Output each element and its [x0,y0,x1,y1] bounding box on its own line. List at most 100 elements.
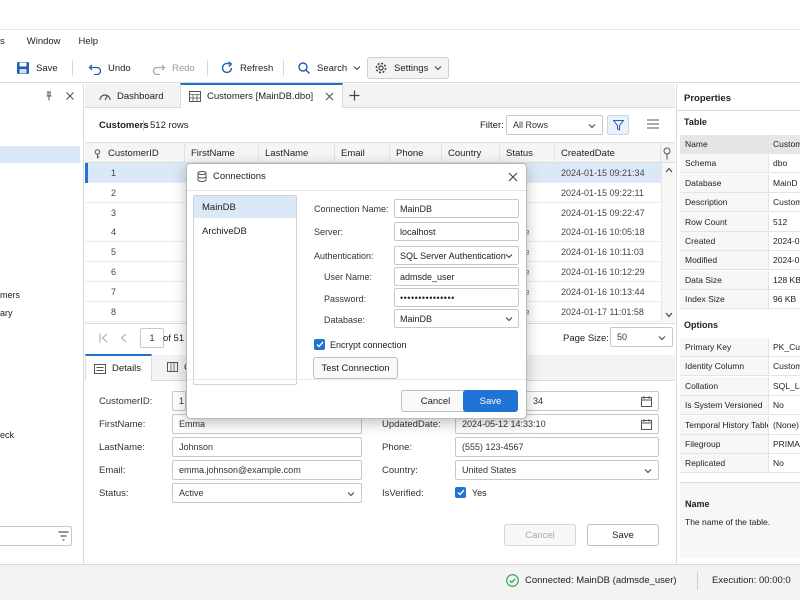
property-row[interactable]: CollationSQL_La [680,376,800,396]
connection-name-input[interactable]: MainDB [394,199,519,218]
property-value[interactable]: 512 [769,213,800,231]
column-header-status[interactable]: Status [500,143,555,164]
menu-item-tools[interactable]: s [0,36,5,47]
property-value[interactable]: Custom [769,135,800,153]
close-icon[interactable] [325,92,334,101]
cell-createddate[interactable]: 2024-01-16 10:13:44 [555,282,645,302]
dialog-cancel-button[interactable]: Cancel [401,390,470,412]
server-input[interactable]: localhost [394,222,519,241]
menu-item-window[interactable]: Window [27,36,61,47]
cell-customerid[interactable]: 6 [105,262,116,282]
createddate-field[interactable]: 34 [527,391,659,411]
database-select[interactable]: MainDB [394,309,519,328]
property-value[interactable]: Custom [769,193,800,211]
calendar-icon[interactable] [641,419,652,430]
country-select[interactable]: United States [455,460,659,480]
property-row[interactable]: Primary KeyPK_Cus [680,338,800,357]
tab-dashboard[interactable]: Dashboard [91,84,171,108]
search-button[interactable]: Search [297,57,361,79]
calendar-icon[interactable] [641,396,652,407]
cell-createddate[interactable]: 2024-01-15 09:22:11 [555,183,644,203]
cell-createddate[interactable]: 2024-01-16 10:05:18 [555,222,645,242]
cell-customerid[interactable]: 3 [105,203,116,223]
close-icon[interactable] [508,172,518,182]
property-row[interactable]: Data Size 128 KB [680,270,800,290]
column-header-lastname[interactable]: LastName [259,143,335,164]
property-row[interactable]: Database MainD [680,173,800,193]
pin-icon[interactable] [44,91,54,101]
chevron-up-icon[interactable] [665,167,673,173]
filter-select[interactable]: All Rows [506,115,603,135]
customerid-field[interactable]: 1 [172,391,186,411]
test-connection-button[interactable]: Test Connection [313,357,398,379]
cell-createddate[interactable]: 2024-01-15 09:22:47 [555,203,645,223]
cell-customerid[interactable]: 2 [105,183,116,203]
authentication-select[interactable]: SQL Server Authentication [394,246,519,265]
property-row[interactable]: Row Count 512 [680,212,800,232]
property-row[interactable]: Schema dbo [680,154,800,174]
property-value[interactable]: MainD [769,174,800,192]
property-row[interactable]: Index Size 96 KB [680,290,800,310]
grid-scrollbar[interactable] [661,163,675,322]
cell-customerid[interactable]: 4 [105,222,116,242]
column-header-customerid[interactable]: CustomerID [85,143,185,164]
email-field[interactable]: emma.johnson@example.com [172,460,362,480]
password-input[interactable]: ••••••••••••••• [394,288,519,307]
property-row[interactable]: Temporal History Table (None) [680,415,800,435]
encrypt-connection-checkbox[interactable]: Encrypt connection [314,339,407,350]
status-select[interactable]: Active [172,483,362,503]
property-value[interactable]: Custom [769,357,800,375]
column-header-createddate[interactable]: CreatedDate [555,143,661,164]
property-row[interactable]: Identity Column Custom [680,357,800,377]
property-row[interactable]: Filegroup PRIMA [680,435,800,454]
funnel-filter-button[interactable] [607,115,629,135]
property-row[interactable]: Modified 2024-0 [680,251,800,271]
tree-item-customers[interactable]: mers [0,290,20,300]
property-value[interactable]: 2024-0 [769,251,800,269]
property-value[interactable]: No [769,454,800,472]
cell-customerid[interactable]: 1 [105,163,116,183]
cell-customerid[interactable]: 5 [105,242,116,262]
filter-icon[interactable] [58,531,69,541]
cell-customerid[interactable]: 8 [105,302,116,322]
cell-customerid[interactable]: 7 [105,282,116,302]
property-value[interactable]: PRIMA [769,435,800,453]
property-row[interactable]: Created 2024-0 [680,232,800,251]
cell-createddate[interactable]: 2024-01-17 11:01:58 [555,302,644,322]
property-row[interactable]: Is System Versioned No [680,396,800,416]
property-row[interactable]: Replicated No [680,454,800,474]
phone-field[interactable]: (555) 123-4567 [455,437,659,457]
property-value[interactable]: 2024-0 [769,232,800,250]
redo-button[interactable]: Redo [152,57,195,79]
property-row[interactable]: Description Custom [680,193,800,213]
property-value[interactable]: PK_Cus [769,338,800,356]
property-value[interactable]: 96 KB [769,290,800,308]
details-cancel-button[interactable]: Cancel [504,524,576,546]
connection-item-archivedb[interactable]: ArchiveDB [194,220,296,242]
column-chooser-icon[interactable] [663,147,671,160]
property-row[interactable]: Name Custom [680,135,800,154]
menu-icon[interactable] [647,119,659,129]
page-number-input[interactable]: 1 [140,328,164,348]
save-button[interactable]: Save [16,57,58,79]
settings-button[interactable]: Settings [367,57,450,79]
prev-page-icon[interactable] [120,333,127,343]
username-input[interactable]: admsde_user [394,267,519,286]
column-header-email[interactable]: Email [335,143,390,164]
property-value[interactable]: No [769,396,800,414]
tree-item-selected[interactable] [0,146,80,163]
undo-button[interactable]: Undo [88,57,131,79]
close-icon[interactable] [65,91,75,101]
column-header-country[interactable]: Country [442,143,500,164]
dialog-save-button[interactable]: Save [463,390,518,412]
add-tab-icon[interactable] [349,90,360,101]
column-header-firstname[interactable]: FirstName [185,143,259,164]
page-size-select[interactable]: 50 [610,327,673,347]
details-save-button[interactable]: Save [587,524,659,546]
tab-customers[interactable]: Customers [MainDB.dbo] [180,83,344,108]
tab-details[interactable]: Details [85,354,152,381]
property-value[interactable]: SQL_La [769,377,800,395]
property-value[interactable]: 128 KB [769,271,800,289]
tree-item-check[interactable]: eck [0,430,14,440]
property-value[interactable]: (None) [769,416,800,434]
